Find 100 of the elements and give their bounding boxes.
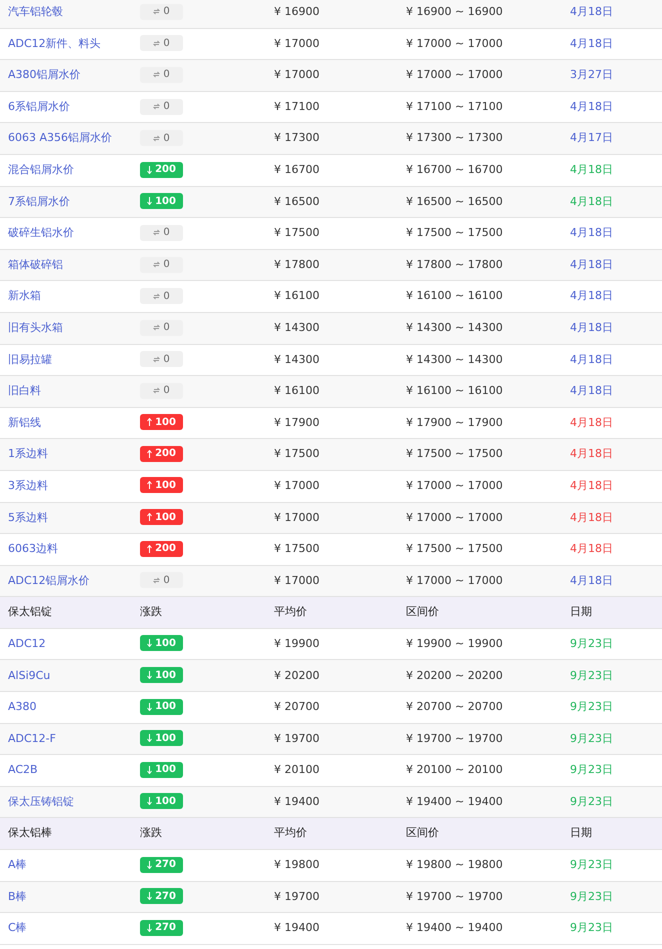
swap-arrows-icon	[153, 229, 160, 236]
product-link[interactable]: A棒	[0, 857, 132, 874]
date-text: 9月23日	[569, 888, 614, 905]
product-link[interactable]: AC2B	[0, 762, 132, 779]
product-link[interactable]: AlSi9Cu	[0, 668, 132, 684]
product-link[interactable]: 6063 A356铝屑水价	[0, 130, 132, 147]
average-price: ¥ 17000	[273, 572, 320, 589]
product-link[interactable]: 破碎生铝水价	[0, 225, 132, 242]
product-link[interactable]: 6系铝屑水价	[0, 98, 132, 116]
price-range: ¥ 17000 ~ 17000	[405, 572, 504, 589]
date-text: 9月23日	[569, 668, 614, 684]
change-badge: 0	[140, 320, 183, 336]
average-price: ¥ 14300	[273, 352, 320, 368]
change-badge: 0	[140, 256, 183, 273]
product-link[interactable]: A380	[0, 699, 132, 716]
date-text: 4月18日	[569, 162, 614, 178]
product-link[interactable]: ADC12-F	[0, 730, 132, 748]
average-price: ¥ 17300	[273, 130, 320, 146]
date-text: 4月18日	[569, 194, 614, 210]
date-text: 4月18日	[569, 225, 614, 242]
average-price: ¥ 14300	[273, 320, 320, 336]
average-price: ¥ 16700	[273, 162, 320, 178]
product-link[interactable]: 箱体破碎铝	[0, 256, 132, 274]
date-text: 4月17日	[569, 130, 614, 146]
product-link[interactable]: 旧白料	[0, 383, 132, 400]
change-badge: 200	[140, 162, 183, 178]
price-range: ¥ 19700 ~ 19700	[405, 888, 504, 905]
average-price: ¥ 17000	[273, 36, 320, 52]
change-badge: 270	[140, 920, 183, 936]
change-badge: 100	[140, 793, 183, 810]
column-header: 保太铝棒	[7, 825, 53, 842]
date-text: 4月18日	[569, 98, 614, 115]
product-link[interactable]: 6063边料	[0, 541, 132, 558]
product-link[interactable]: 新水箱	[0, 288, 132, 305]
down-arrow-icon	[147, 671, 152, 680]
down-arrow-icon	[147, 892, 152, 900]
change-badge: 100	[140, 762, 183, 778]
column-header: 区间价	[405, 825, 440, 842]
date-text: 9月23日	[569, 762, 614, 778]
change-badge: 0	[140, 66, 183, 83]
column-header: 日期	[569, 604, 593, 620]
price-range: ¥ 20100 ~ 20100	[405, 762, 504, 778]
change-badge: 0	[140, 382, 183, 399]
product-link[interactable]: 1系边料	[0, 446, 132, 463]
price-range: ¥ 16900 ~ 16900	[405, 4, 504, 20]
down-arrow-icon	[147, 197, 152, 206]
date-text: 4月18日	[569, 320, 614, 336]
column-header: 涨跌	[139, 825, 163, 842]
product-link[interactable]: 5系边料	[0, 510, 132, 526]
average-price: ¥ 19800	[273, 857, 320, 874]
product-link[interactable]: C棒	[0, 920, 132, 937]
column-header: 区间价	[405, 604, 440, 620]
up-arrow-icon	[147, 544, 152, 553]
swap-arrows-icon	[153, 40, 160, 47]
average-price: ¥ 17500	[273, 541, 320, 558]
date-text: 4月18日	[569, 352, 614, 368]
column-header: 保太铝锭	[7, 604, 53, 620]
product-link[interactable]: A380铝屑水价	[0, 67, 132, 84]
date-text: 4月18日	[569, 446, 614, 462]
product-link[interactable]: 旧易拉罐	[0, 352, 132, 368]
product-link[interactable]: 7系铝屑水价	[0, 194, 132, 210]
change-badge: 0	[140, 4, 183, 20]
price-range: ¥ 19400 ~ 19400	[405, 794, 504, 810]
swap-arrows-icon	[153, 8, 160, 16]
swap-arrows-icon	[153, 71, 160, 78]
date-text: 9月23日	[569, 920, 614, 936]
column-header: 日期	[569, 825, 593, 842]
product-link[interactable]: 混合铝屑水价	[0, 162, 132, 179]
product-link[interactable]: ADC12新件、料头	[0, 36, 132, 52]
price-range: ¥ 17000 ~ 17000	[405, 510, 504, 526]
change-badge: 200	[140, 446, 183, 462]
product-link[interactable]: 旧有头水箱	[0, 320, 132, 336]
product-link[interactable]: 保太压铸铝锭	[0, 794, 132, 810]
average-price: ¥ 17500	[273, 225, 320, 242]
swap-arrows-icon	[153, 261, 160, 268]
average-price: ¥ 17800	[273, 256, 320, 273]
product-link[interactable]: 3系边料	[0, 478, 132, 494]
down-arrow-icon	[147, 702, 152, 711]
product-link[interactable]: ADC12铝屑水价	[0, 572, 132, 590]
price-range: ¥ 16100 ~ 16100	[405, 383, 504, 400]
price-range: ¥ 17900 ~ 17900	[405, 414, 504, 431]
average-price: ¥ 19400	[273, 920, 320, 936]
date-text: 4月18日	[569, 288, 614, 304]
up-arrow-icon	[147, 450, 152, 458]
date-text: 9月23日	[569, 794, 614, 810]
average-price: ¥ 17000	[273, 478, 320, 494]
price-range: ¥ 17000 ~ 17000	[405, 67, 504, 84]
date-text: 9月23日	[569, 730, 614, 747]
date-text: 4月18日	[569, 383, 614, 400]
average-price: ¥ 16900	[273, 4, 320, 20]
date-text: 4月18日	[569, 4, 614, 20]
product-link[interactable]: 新铝线	[0, 414, 132, 432]
product-link[interactable]: B棒	[0, 888, 132, 906]
date-text: 4月18日	[569, 572, 614, 589]
product-link[interactable]: ADC12	[0, 636, 132, 652]
change-badge: 200	[140, 540, 183, 557]
price-range: ¥ 19700 ~ 19700	[405, 730, 504, 747]
swap-arrows-icon	[153, 576, 160, 584]
down-arrow-icon	[147, 766, 152, 774]
product-link[interactable]: 汽车铝轮毂	[0, 4, 132, 21]
